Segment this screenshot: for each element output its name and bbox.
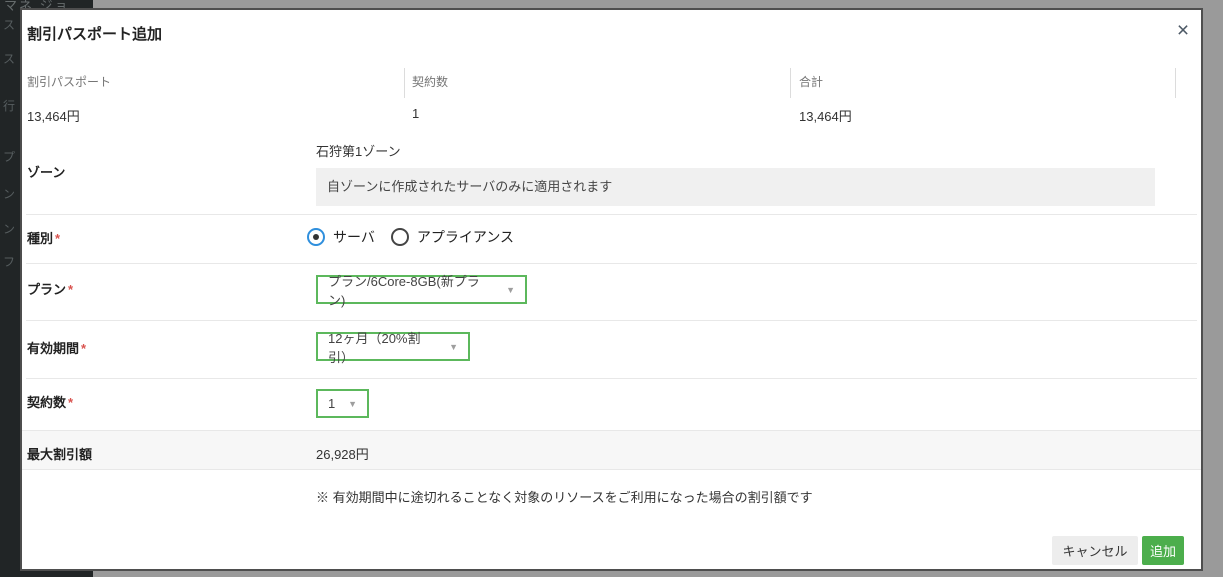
zone-label: ゾーン [27,162,65,181]
summary-value-count: 1 [412,106,419,121]
summary-value-passport: 13,464円 [27,106,80,125]
sidebar-text-fragment: ン [3,185,15,202]
radio-unselected-icon [391,228,409,246]
sidebar-text-fragment: フ [3,253,15,270]
summary-header-count: 契約数 [412,73,448,90]
plan-label: プラン* [27,279,73,298]
caret-down-icon: ▼ [506,285,515,295]
plan-label-text: プラン [27,282,66,297]
sidebar-text-fragment: ン [3,220,15,237]
required-mark: * [55,231,60,246]
sidebar-text-fragment: ス [3,16,15,33]
caret-down-icon: ▼ [449,342,458,352]
zone-note: 自ゾーンに作成されたサーバのみに適用されます [316,168,1155,206]
max-discount-value: 26,928円 [316,444,369,463]
discount-note: ※ 有効期間中に途切れることなく対象のリソースをご利用になった場合の割引額です [316,487,813,506]
summary-header-total: 合計 [799,73,823,90]
divider [26,263,1197,264]
sidebar-text-fragment: 行 [3,97,15,114]
cancel-button[interactable]: キャンセル [1052,536,1138,565]
radio-selected-icon [307,228,325,246]
plan-select-value: プラン/6Core-8GB(新プラン) [328,271,496,309]
count-label-text: 契約数 [27,395,66,410]
sidebar-text-fragment: プ [3,148,15,165]
divider [404,68,405,98]
caret-down-icon: ▼ [348,399,357,409]
radio-option-appliance-label: アプライアンス [417,227,514,247]
required-mark: * [81,341,86,356]
plan-select[interactable]: プラン/6Core-8GB(新プラン) ▼ [316,275,527,304]
modal-title: 割引パスポート追加 [27,23,162,44]
period-label: 有効期間* [27,338,86,357]
divider [790,68,791,98]
count-select-value: 1 [328,396,335,411]
count-label: 契約数* [27,392,73,411]
required-mark: * [68,395,73,410]
count-select[interactable]: 1 ▼ [316,389,369,418]
radio-option-server-label: サーバ [333,227,375,247]
divider [26,214,1197,215]
required-mark: * [68,282,73,297]
sidebar-text-fragment: ス [3,50,15,67]
discount-passport-add-modal: 割引パスポート追加 × 割引パスポート 契約数 合計 13,464円 1 13,… [20,8,1203,571]
period-label-text: 有効期間 [27,341,79,356]
radio-option-server[interactable]: サーバ [307,227,375,247]
type-label: 種別* [27,228,60,247]
summary-value-total: 13,464円 [799,106,852,125]
add-button[interactable]: 追加 [1142,536,1184,565]
period-select-value: 12ヶ月（20%割引） [328,328,439,366]
max-discount-row [22,430,1201,470]
period-select[interactable]: 12ヶ月（20%割引） ▼ [316,332,470,361]
close-icon[interactable]: × [1172,20,1194,42]
type-radio-group: サーバ アプライアンス [307,225,530,249]
zone-value: 石狩第1ゾーン [316,141,401,160]
summary-header-passport: 割引パスポート [27,73,111,90]
divider [26,320,1197,321]
radio-dot [313,234,319,240]
radio-option-appliance[interactable]: アプライアンス [391,227,514,247]
divider [1175,68,1176,98]
divider [26,378,1197,379]
type-label-text: 種別 [27,231,53,246]
max-discount-label: 最大割引額 [27,444,92,463]
